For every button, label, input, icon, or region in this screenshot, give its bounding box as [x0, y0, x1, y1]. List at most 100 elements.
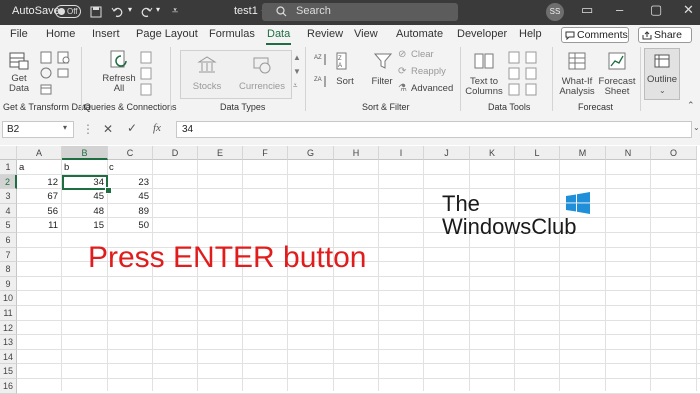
gallery-up-icon[interactable]: ▲ — [293, 53, 301, 62]
manage-data-model-icon[interactable] — [525, 83, 538, 96]
row-header-14[interactable]: 14 — [0, 349, 17, 365]
advanced-button[interactable]: ⚗ Advanced — [398, 83, 458, 96]
name-box[interactable]: B2 ▾ — [2, 121, 74, 138]
column-header-j[interactable]: J — [424, 146, 470, 160]
autosave-toggle[interactable]: Off — [55, 5, 81, 18]
save-icon[interactable] — [90, 6, 102, 18]
consolidate-icon[interactable] — [525, 51, 538, 64]
column-header-k[interactable]: K — [470, 146, 515, 160]
undo-icon[interactable] — [111, 5, 125, 19]
row-header-9[interactable]: 9 — [0, 276, 17, 292]
maximize-icon[interactable]: ▢ — [650, 2, 662, 18]
relationships-icon[interactable] — [525, 67, 538, 80]
tab-home[interactable]: Home — [46, 28, 75, 40]
cell-a3[interactable]: 67 — [18, 190, 58, 204]
queries-icon[interactable] — [140, 51, 153, 64]
close-icon[interactable]: ✕ — [683, 2, 694, 18]
enter-icon[interactable]: ✓ — [127, 121, 137, 135]
outline-button[interactable]: Outline ⌄ — [644, 48, 680, 100]
row-header-10[interactable]: 10 — [0, 291, 17, 306]
row-header-3[interactable]: 3 — [0, 189, 17, 204]
tab-file[interactable]: File — [10, 28, 28, 40]
cell-a2[interactable]: 12 — [18, 176, 58, 190]
avatar[interactable]: SS — [546, 3, 564, 21]
comments-button[interactable]: Comments — [561, 27, 629, 43]
tab-automate[interactable]: Automate — [396, 28, 443, 40]
gallery-more-icon[interactable]: ⩡ — [293, 81, 298, 91]
cell-c3[interactable]: 45 — [109, 190, 149, 204]
from-web-icon[interactable] — [40, 67, 53, 80]
column-header-c[interactable]: C — [108, 146, 153, 160]
tab-view[interactable]: View — [354, 28, 378, 40]
sort-button[interactable]: ZA Sort — [333, 49, 357, 95]
cell-b1[interactable]: b — [64, 161, 69, 175]
cell-c2[interactable]: 23 — [109, 176, 149, 190]
row-header-8[interactable]: 8 — [0, 262, 17, 277]
column-header-n[interactable]: N — [606, 146, 651, 160]
row-header-4[interactable]: 4 — [0, 203, 17, 219]
row-header-1[interactable]: 1 — [0, 160, 17, 175]
share-button[interactable]: Share — [638, 27, 692, 43]
column-header-e[interactable]: E — [198, 146, 243, 160]
column-header-h[interactable]: H — [334, 146, 379, 160]
data-types-gallery[interactable]: Stocks Currencies — [180, 50, 292, 99]
stocks-button[interactable]: Stocks — [187, 53, 227, 95]
column-header-f[interactable]: F — [243, 146, 288, 160]
forecast-sheet-button[interactable]: Forecast Sheet — [598, 49, 636, 99]
clear-button[interactable]: ⊘ Clear — [398, 49, 458, 62]
sort-za-icon[interactable]: ZA — [314, 75, 328, 89]
cell-c4[interactable]: 89 — [109, 205, 149, 219]
remove-duplicates-icon[interactable] — [508, 67, 521, 80]
column-header-g[interactable]: G — [288, 146, 334, 160]
worksheet-grid[interactable]: ABCDEFGHIJKLMNO 1 2 3 4 5 6 7 8 9 10 11 12 13 14 15 16 … — [0, 146, 700, 394]
refresh-all-button[interactable]: Refresh All — [102, 49, 136, 97]
cancel-icon[interactable]: ✕ — [103, 122, 113, 136]
currencies-button[interactable]: Currencies — [236, 53, 288, 95]
row-header-5[interactable]: 5 — [0, 218, 17, 233]
row-header-7[interactable]: 7 — [0, 247, 17, 263]
select-all-corner[interactable] — [0, 146, 17, 160]
column-header-m[interactable]: M — [560, 146, 606, 160]
cell-a5[interactable]: 11 — [18, 219, 58, 233]
data-validation-icon[interactable] — [508, 83, 521, 96]
row-header-6[interactable]: 6 — [0, 233, 17, 248]
collapse-ribbon-icon[interactable]: ⌃ — [687, 100, 695, 111]
cell-b4[interactable]: 48 — [63, 205, 104, 219]
properties-icon[interactable] — [140, 67, 153, 80]
flash-fill-icon[interactable] — [508, 51, 521, 64]
cell-c5[interactable]: 50 — [109, 219, 149, 233]
redo-icon[interactable] — [139, 5, 153, 19]
sort-az-icon[interactable]: AZ — [314, 53, 328, 67]
tab-page-layout[interactable]: Page Layout — [136, 28, 198, 40]
what-if-analysis-button[interactable]: What-If Analysis — [558, 49, 596, 99]
tab-data[interactable]: Data — [265, 28, 292, 45]
undo-dropdown-icon[interactable]: ▾ — [128, 5, 132, 14]
column-header-a[interactable]: A — [17, 146, 62, 160]
insert-function-icon[interactable]: fx — [153, 122, 161, 134]
column-header-o[interactable]: O — [651, 146, 697, 160]
get-data-button[interactable]: Get Data — [5, 49, 35, 97]
existing-connections-icon[interactable] — [57, 67, 70, 80]
row-header-2[interactable]: 2 — [0, 174, 17, 190]
cell-b5[interactable]: 15 — [63, 219, 104, 233]
row-header-13[interactable]: 13 — [0, 335, 17, 350]
row-header-12[interactable]: 12 — [0, 320, 17, 336]
tab-review[interactable]: Review — [307, 28, 343, 40]
column-header-l[interactable]: L — [515, 146, 560, 160]
text-to-columns-button[interactable]: Text to Columns — [464, 49, 504, 97]
reapply-button[interactable]: ⟳ Reapply — [398, 66, 458, 79]
redo-dropdown-icon[interactable]: ▾ — [156, 5, 160, 14]
tab-help[interactable]: Help — [519, 28, 542, 40]
cell-b3[interactable]: 45 — [63, 190, 104, 204]
minimize-icon[interactable]: – — [616, 2, 623, 17]
filter-button[interactable]: Filter — [368, 49, 396, 95]
cell-a1[interactable]: a — [19, 161, 24, 175]
row-header-16[interactable]: 16 — [0, 379, 17, 394]
customize-qat-icon[interactable]: ⩡ — [172, 5, 178, 18]
row-header-15[interactable]: 15 — [0, 364, 17, 379]
more-options-icon[interactable]: ⋮ — [82, 122, 94, 136]
ribbon-display-icon[interactable]: ▭ — [581, 2, 593, 18]
cell-a4[interactable]: 56 — [18, 205, 58, 219]
row-header-11[interactable]: 11 — [0, 306, 17, 321]
expand-formula-bar-icon[interactable]: ⌄ — [693, 123, 700, 132]
